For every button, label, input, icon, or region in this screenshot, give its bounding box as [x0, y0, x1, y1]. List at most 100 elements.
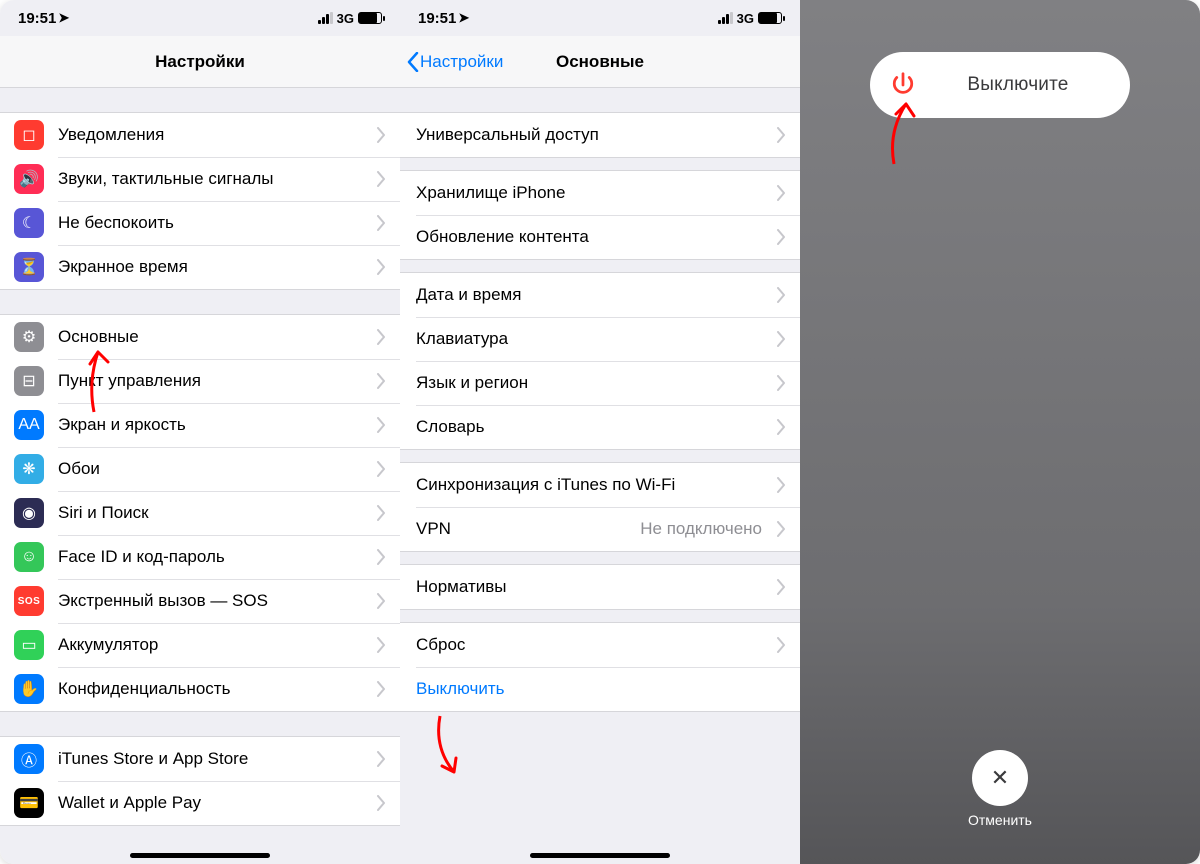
- settings-group: Универсальный доступ: [400, 112, 800, 158]
- settings-row[interactable]: Обновление контента: [400, 215, 800, 259]
- status-time: 19:51: [418, 10, 456, 27]
- status-time: 19:51: [18, 10, 56, 27]
- status-bar: 19:51 ➤ 3G: [400, 0, 800, 36]
- chevron-right-icon: [776, 287, 786, 303]
- settings-row[interactable]: Нормативы: [400, 565, 800, 609]
- chevron-right-icon: [376, 461, 386, 477]
- location-icon: ➤: [458, 10, 469, 26]
- general-list[interactable]: Универсальный доступ Хранилище iPhone Об…: [400, 88, 800, 864]
- settings-row[interactable]: ◉ Siri и Поиск: [0, 491, 400, 535]
- row-label: Клавиатура: [416, 329, 508, 349]
- row-label: Siri и Поиск: [58, 503, 149, 523]
- settings-row[interactable]: SOS Экстренный вызов — SOS: [0, 579, 400, 623]
- chevron-right-icon: [376, 681, 386, 697]
- chevron-right-icon: [376, 637, 386, 653]
- chevron-right-icon: [776, 637, 786, 653]
- home-indicator[interactable]: [130, 853, 270, 858]
- chevron-right-icon: [776, 185, 786, 201]
- row-value: Не подключено: [640, 519, 762, 539]
- slide-to-power-off[interactable]: Выключите: [870, 52, 1130, 118]
- settings-row[interactable]: ◻︎ Уведомления: [0, 113, 400, 157]
- chevron-right-icon: [376, 215, 386, 231]
- chevron-right-icon: [776, 579, 786, 595]
- settings-row[interactable]: 💳 Wallet и Apple Pay: [0, 781, 400, 825]
- chevron-right-icon: [776, 127, 786, 143]
- battery-icon: ▭: [14, 630, 44, 660]
- settings-row[interactable]: AA Экран и яркость: [0, 403, 400, 447]
- cancel-button[interactable]: ✕: [972, 750, 1028, 806]
- controlcenter-icon: ⊟: [14, 366, 44, 396]
- wallet-icon: 💳: [14, 788, 44, 818]
- row-label: Экстренный вызов — SOS: [58, 591, 268, 611]
- settings-row[interactable]: Ⓐ iTunes Store и App Store: [0, 737, 400, 781]
- display-icon: AA: [14, 410, 44, 440]
- settings-row[interactable]: Клавиатура: [400, 317, 800, 361]
- settings-row[interactable]: ⊟ Пункт управления: [0, 359, 400, 403]
- row-label: Выключить: [416, 679, 504, 699]
- signal-icon: [318, 12, 333, 24]
- settings-group: Дата и время Клавиатура Язык и регион Сл…: [400, 272, 800, 450]
- navbar: Настройки: [0, 36, 400, 88]
- row-label: iTunes Store и App Store: [58, 749, 248, 769]
- settings-row[interactable]: ✋ Конфиденциальность: [0, 667, 400, 711]
- row-label: Пункт управления: [58, 371, 201, 391]
- chevron-right-icon: [776, 331, 786, 347]
- row-label: Звуки, тактильные сигналы: [58, 169, 274, 189]
- settings-group: ⚙︎ Основные ⊟ Пункт управления AA Экран …: [0, 314, 400, 712]
- cancel-area: ✕ Отменить: [968, 750, 1032, 828]
- settings-row[interactable]: Сброс: [400, 623, 800, 667]
- row-label: Wallet и Apple Pay: [58, 793, 201, 813]
- settings-row[interactable]: ☺︎ Face ID и код-пароль: [0, 535, 400, 579]
- settings-row[interactable]: Дата и время: [400, 273, 800, 317]
- network-label: 3G: [337, 11, 354, 26]
- row-label: Сброс: [416, 635, 465, 655]
- settings-row[interactable]: Словарь: [400, 405, 800, 449]
- cancel-label: Отменить: [968, 812, 1032, 828]
- settings-row[interactable]: Универсальный доступ: [400, 113, 800, 157]
- settings-group: Ⓐ iTunes Store и App Store 💳 Wallet и Ap…: [0, 736, 400, 826]
- settings-row[interactable]: ⚙︎ Основные: [0, 315, 400, 359]
- home-indicator[interactable]: [530, 853, 670, 858]
- settings-row[interactable]: ❋ Обои: [0, 447, 400, 491]
- row-label: Не беспокоить: [58, 213, 174, 233]
- settings-row[interactable]: ▭ Аккумулятор: [0, 623, 400, 667]
- settings-group: Синхронизация с iTunes по Wi-Fi VPN Не п…: [400, 462, 800, 552]
- row-label: Дата и время: [416, 285, 521, 305]
- row-label: Обои: [58, 459, 100, 479]
- faceid-icon: ☺︎: [14, 542, 44, 572]
- screen-general: 19:51 ➤ 3G Настройки Основные Универсаль…: [400, 0, 800, 864]
- settings-row[interactable]: ☾ Не беспокоить: [0, 201, 400, 245]
- chevron-right-icon: [376, 127, 386, 143]
- settings-group: ◻︎ Уведомления 🔊 Звуки, тактильные сигна…: [0, 112, 400, 290]
- settings-list[interactable]: ◻︎ Уведомления 🔊 Звуки, тактильные сигна…: [0, 88, 400, 864]
- settings-row[interactable]: VPN Не подключено: [400, 507, 800, 551]
- chevron-right-icon: [376, 593, 386, 609]
- settings-row[interactable]: 🔊 Звуки, тактильные сигналы: [0, 157, 400, 201]
- chevron-right-icon: [376, 329, 386, 345]
- settings-row[interactable]: Язык и регион: [400, 361, 800, 405]
- settings-row[interactable]: Хранилище iPhone: [400, 171, 800, 215]
- settings-row[interactable]: Выключить: [400, 667, 800, 711]
- row-label: Хранилище iPhone: [416, 183, 565, 203]
- network-label: 3G: [737, 11, 754, 26]
- appstore-icon: Ⓐ: [14, 744, 44, 774]
- chevron-right-icon: [376, 373, 386, 389]
- settings-row[interactable]: Синхронизация с iTunes по Wi-Fi: [400, 463, 800, 507]
- row-label: VPN: [416, 519, 451, 539]
- row-label: Экран и яркость: [58, 415, 186, 435]
- row-label: Язык и регион: [416, 373, 528, 393]
- page-title: Настройки: [155, 52, 245, 72]
- power-knob[interactable]: [872, 54, 934, 116]
- back-button[interactable]: Настройки: [406, 52, 503, 72]
- settings-group: Нормативы: [400, 564, 800, 610]
- row-label: Обновление контента: [416, 227, 589, 247]
- row-label: Нормативы: [416, 577, 507, 597]
- siri-icon: ◉: [14, 498, 44, 528]
- navbar: Настройки Основные: [400, 36, 800, 88]
- chevron-right-icon: [776, 419, 786, 435]
- screentime-icon: ⏳: [14, 252, 44, 282]
- battery-icon: [358, 12, 382, 24]
- power-icon: [888, 70, 918, 100]
- general-icon: ⚙︎: [14, 322, 44, 352]
- settings-row[interactable]: ⏳ Экранное время: [0, 245, 400, 289]
